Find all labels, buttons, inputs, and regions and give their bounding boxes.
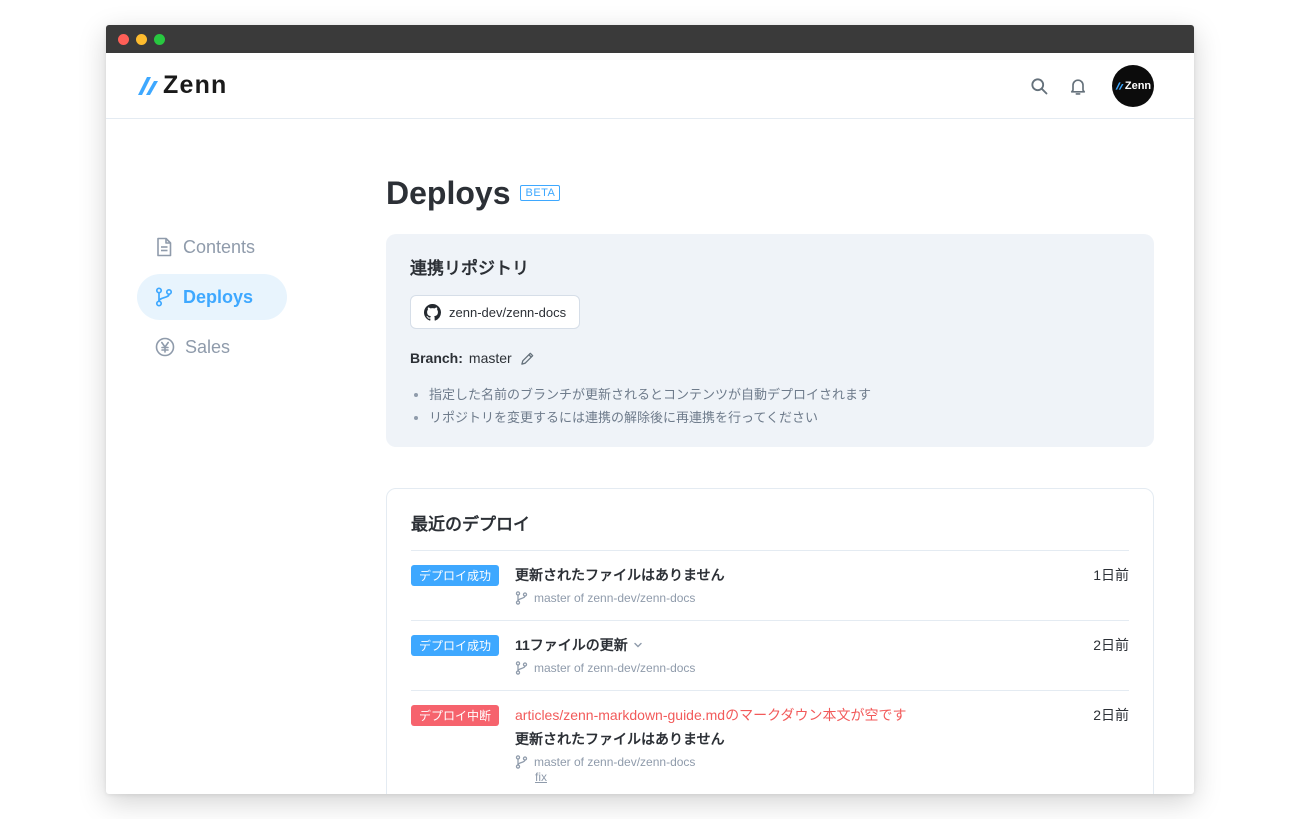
page-title: Deploys <box>386 174 511 211</box>
window-titlebar <box>106 25 1194 53</box>
recent-deploys-panel: 最近のデプロイ デプロイ成功 更新されたファイルはありません master of… <box>386 488 1154 794</box>
note-item: 指定した名前のブランチが更新されるとコンテンツが自動デプロイされます <box>410 383 1130 406</box>
search-icon <box>1031 77 1048 94</box>
sidebar-item-sales[interactable]: Sales <box>137 324 287 370</box>
avatar-text: Zenn <box>1124 79 1152 92</box>
commit-link[interactable]: fix <box>535 770 1069 784</box>
user-avatar[interactable]: Zenn <box>1112 64 1154 107</box>
window-close-button[interactable] <box>118 33 129 45</box>
note-item: リポジトリを変更するには連携の解除後に再連携を行ってください <box>410 406 1130 429</box>
sidebar-item-label: Deploys <box>183 286 254 307</box>
browser-window: Zenn Zenn Contents Deploys Sales Deploys… <box>106 25 1194 794</box>
bell-icon <box>1070 78 1086 95</box>
zenn-logo-icon <box>1115 81 1124 90</box>
branch-value: master <box>468 350 512 366</box>
sidebar: Contents Deploys Sales <box>137 224 287 374</box>
repository-section-title: 連携リポジトリ <box>410 259 529 278</box>
github-icon <box>424 303 441 321</box>
window-maximize-button[interactable] <box>154 33 165 45</box>
branch-icon <box>515 755 528 769</box>
linked-repository-panel: 連携リポジトリ zenn-dev/zenn-docs Branch: maste… <box>386 234 1154 447</box>
deploy-branch-info: master of zenn-dev/zenn-docs <box>534 661 696 675</box>
yen-icon <box>155 337 175 357</box>
deploy-title: 11ファイルの更新 <box>515 637 628 653</box>
pencil-icon <box>520 352 534 365</box>
chevron-down-icon <box>634 642 642 648</box>
deploy-branch-info: master of zenn-dev/zenn-docs <box>534 755 696 769</box>
branch-label: Branch: <box>410 350 463 366</box>
branch-row: Branch: master <box>410 350 1130 366</box>
repository-name: zenn-dev/zenn-docs <box>449 304 567 320</box>
window-minimize-button[interactable] <box>136 33 147 45</box>
zenn-logo-icon <box>138 76 158 95</box>
repository-link[interactable]: zenn-dev/zenn-docs <box>410 295 581 329</box>
sidebar-item-label: Contents <box>183 236 256 257</box>
zenn-logo[interactable]: Zenn <box>137 71 228 100</box>
site-header: Zenn Zenn <box>106 53 1194 119</box>
deploy-branch-info: master of zenn-dev/zenn-docs <box>534 591 696 605</box>
logo-text: Zenn <box>163 71 228 99</box>
deploy-title: 更新されたファイルはありません <box>515 731 725 747</box>
main-content: Deploys BETA 連携リポジトリ zenn-dev/zenn-docs … <box>386 172 1154 794</box>
notification-button[interactable] <box>1066 74 1090 98</box>
recent-deploys-title: 最近のデプロイ <box>411 510 1129 551</box>
sidebar-item-contents[interactable]: Contents <box>137 224 287 270</box>
branch-icon <box>515 591 528 605</box>
sidebar-item-label: Sales <box>185 336 231 357</box>
search-button[interactable] <box>1027 74 1051 98</box>
deploy-time: 2日前 <box>1093 707 1129 723</box>
branch-icon <box>155 287 173 307</box>
edit-branch-button[interactable] <box>520 351 535 366</box>
document-icon <box>157 237 172 257</box>
beta-badge: BETA <box>520 185 561 201</box>
deploy-row[interactable]: デプロイ中断 articles/zenn-markdown-guide.mdのマ… <box>411 691 1129 794</box>
deploy-time: 1日前 <box>1093 567 1129 583</box>
deploy-error-message: articles/zenn-markdown-guide.mdのマークダウン本文… <box>515 707 907 723</box>
deploy-row[interactable]: デプロイ成功 更新されたファイルはありません master of zenn-de… <box>411 551 1129 621</box>
deploy-title-row[interactable]: 11ファイルの更新 <box>515 635 1069 655</box>
status-badge: デプロイ中断 <box>411 705 499 726</box>
deploy-title: 更新されたファイルはありません <box>515 567 725 583</box>
repository-notes: 指定した名前のブランチが更新されるとコンテンツが自動デプロイされます リポジトリ… <box>410 383 1130 429</box>
deploy-row[interactable]: デプロイ成功 11ファイルの更新 master of zenn-dev/zenn… <box>411 621 1129 691</box>
status-badge: デプロイ成功 <box>411 635 499 656</box>
branch-icon <box>515 661 528 675</box>
deploy-time: 2日前 <box>1093 637 1129 653</box>
sidebar-item-deploys[interactable]: Deploys <box>137 274 287 320</box>
status-badge: デプロイ成功 <box>411 565 499 586</box>
